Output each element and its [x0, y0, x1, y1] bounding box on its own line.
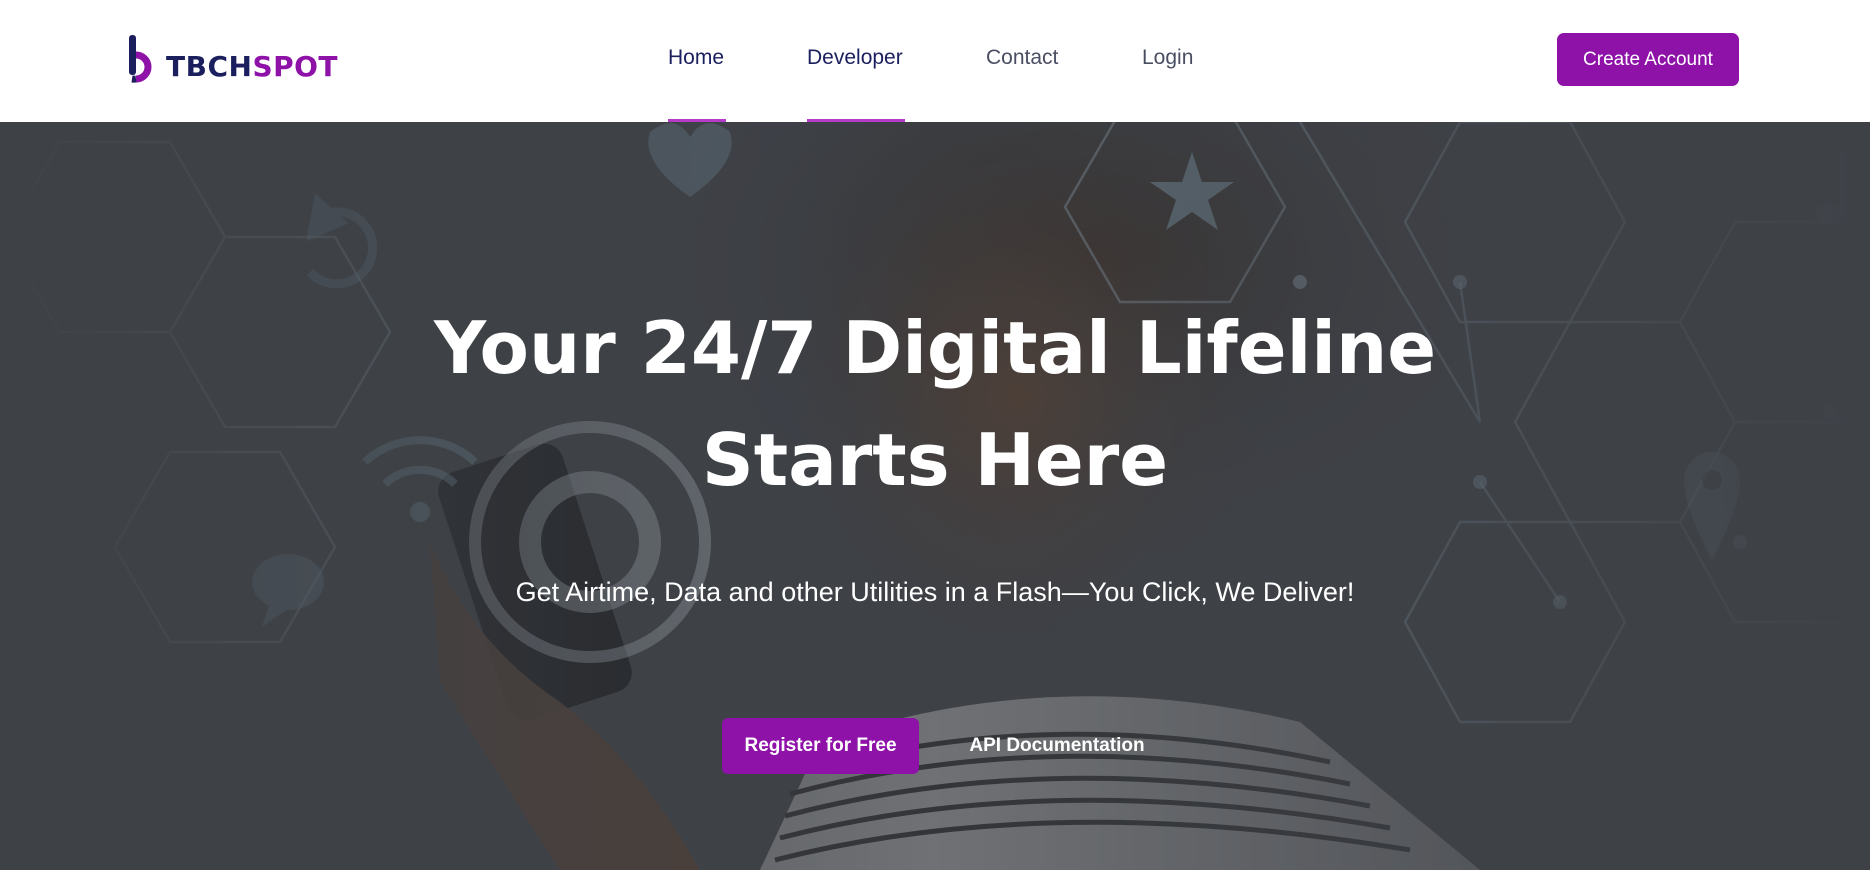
site-header: TBCHSPOT Home Developer Contact Login Cr… — [0, 0, 1870, 122]
hero-subtitle: Get Airtime, Data and other Utilities in… — [515, 577, 1355, 607]
api-documentation-button[interactable]: API Documentation — [952, 718, 1162, 774]
brand-name: TBCHSPOT — [166, 50, 338, 83]
nav-home-indicator — [668, 119, 726, 122]
nav-developer-indicator — [807, 119, 905, 122]
hero-title-line1: Your 24/7 Digital Lifeline — [433, 306, 1437, 390]
hero-title: Your 24/7 Digital Lifeline Starts Here — [0, 292, 1870, 516]
create-account-button[interactable]: Create Account — [1557, 33, 1739, 86]
nav-home[interactable]: Home — [668, 46, 724, 70]
brand-name-part1: TBCH — [166, 49, 253, 83]
nav-developer[interactable]: Developer — [807, 46, 903, 70]
logo-b-mark-icon — [129, 35, 152, 83]
nav-login[interactable]: Login — [1142, 46, 1193, 70]
brand-logo[interactable]: TBCHSPOT — [126, 32, 338, 88]
hero-section: Your 24/7 Digital Lifeline Starts Here G… — [0, 122, 1870, 870]
register-free-button[interactable]: Register for Free — [722, 718, 919, 774]
nav-contact[interactable]: Contact — [986, 46, 1058, 70]
hero-title-line2: Starts Here — [701, 418, 1169, 502]
brand-name-part2: SPOT — [252, 49, 339, 83]
